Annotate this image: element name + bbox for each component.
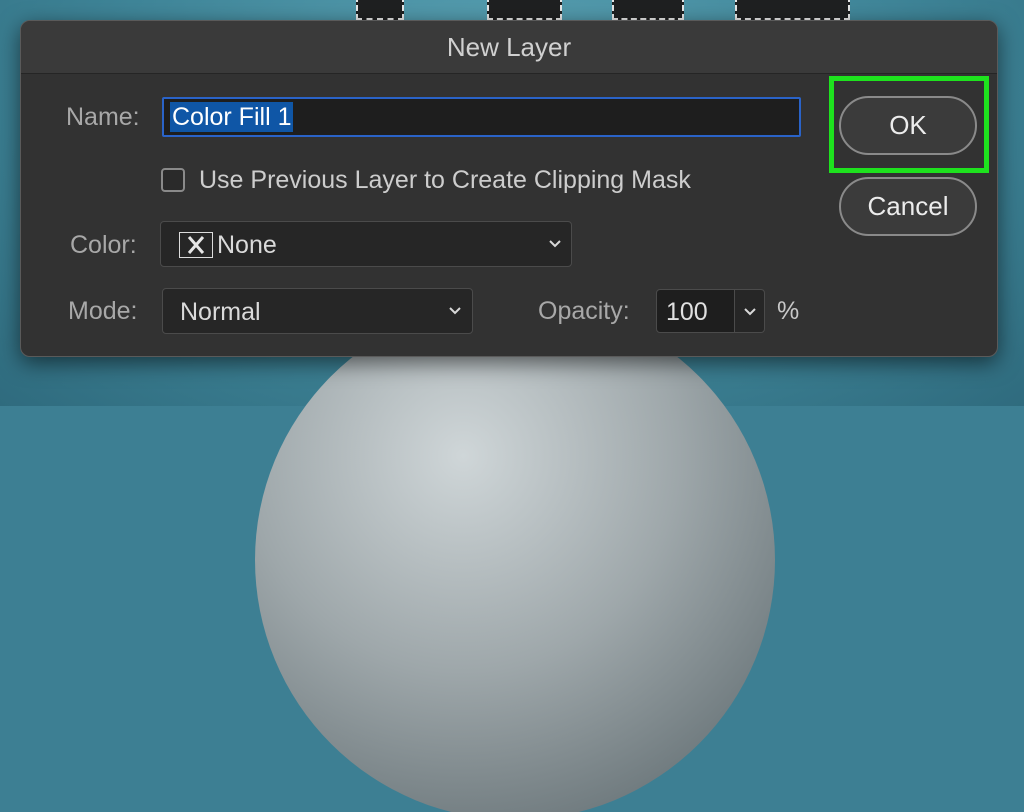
letter-shape [612, 0, 684, 20]
ok-highlight-box [829, 76, 989, 173]
mode-select[interactable]: Normal [162, 288, 473, 334]
dialog-title: New Layer [446, 32, 572, 62]
name-label: Name: [66, 103, 140, 131]
color-label: Color: [70, 231, 137, 259]
clipping-mask-label[interactable]: Use Previous Layer to Create Clipping Ma… [199, 166, 691, 195]
name-value-selected: Color Fill 1 [170, 102, 294, 132]
color-value: None [217, 231, 277, 259]
moon-image [255, 300, 775, 812]
clipping-mask-checkbox[interactable] [161, 168, 185, 192]
chevron-down-icon [449, 307, 461, 315]
cancel-label: Cancel [867, 191, 949, 221]
chevron-down-icon [549, 240, 561, 248]
letter-shape [356, 0, 404, 20]
opacity-label: Opacity: [538, 297, 630, 325]
color-select[interactable]: None [160, 221, 572, 267]
name-input[interactable]: Color Fill 1 [162, 97, 801, 137]
dialog-titlebar[interactable]: New Layer [21, 21, 997, 74]
chevron-down-icon [744, 308, 756, 316]
new-layer-dialog: New Layer Name: Color Fill 1 Use Previou… [20, 20, 998, 357]
letter-shape [487, 0, 562, 20]
cancel-button[interactable]: Cancel [839, 177, 977, 236]
opacity-value: 100 [666, 298, 708, 326]
opacity-dropdown-button[interactable] [734, 289, 765, 333]
opacity-input[interactable]: 100 [656, 289, 735, 333]
mode-value: Normal [180, 298, 261, 326]
none-swatch-icon [179, 232, 213, 258]
mode-label: Mode: [68, 297, 138, 325]
letter-shape [735, 0, 850, 20]
opacity-unit: % [777, 297, 800, 325]
